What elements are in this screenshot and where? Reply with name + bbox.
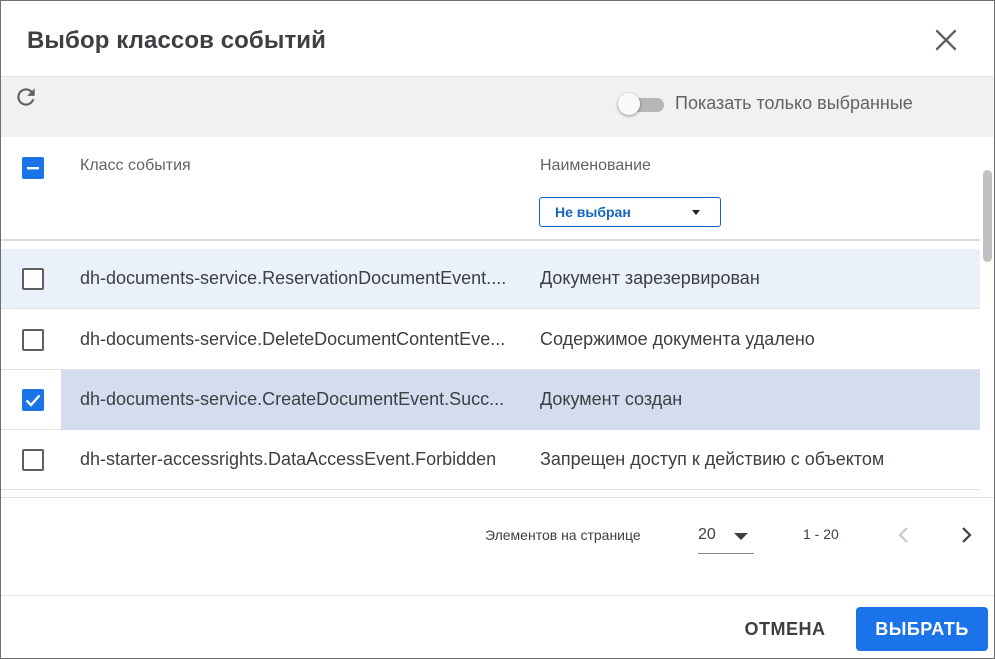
table-row[interactable]: dh-documents-service.DeleteDocumentConte… (1, 310, 980, 370)
next-page-button[interactable] (954, 523, 978, 547)
show-selected-label: Показать только выбранные (675, 93, 913, 113)
table-row[interactable]: dh-documents-service.ReservationDocument… (1, 249, 980, 309)
name-filter-select[interactable]: Не выбран (539, 197, 721, 227)
row-checkbox[interactable] (22, 449, 44, 471)
row-name: Документ создан (540, 389, 683, 409)
caret-down-icon (734, 533, 748, 540)
dialog-title: Выбор классов событий (27, 27, 327, 54)
page-size-value: 20 (698, 526, 716, 543)
scrollbar-thumb[interactable] (983, 170, 992, 262)
chevron-left-icon (898, 527, 908, 543)
row-class: dh-documents-service.ReservationDocument… (80, 268, 507, 288)
name-filter-value: Не выбран (555, 204, 631, 220)
select-all-checkbox[interactable] (22, 157, 44, 179)
row-class: dh-starter-accessrights.DataAccessEvent.… (80, 449, 497, 469)
row-checkbox[interactable] (22, 268, 44, 290)
row-checkbox[interactable] (22, 329, 44, 351)
select-button[interactable]: ВЫБРАТЬ (856, 607, 988, 651)
page-range: 1 - 20 (803, 526, 839, 542)
row-checkbox[interactable] (22, 389, 44, 411)
table-scrollbar[interactable] (980, 137, 994, 491)
event-class-dialog: Выбор классов событий Показать только вы… (0, 0, 995, 659)
previous-page-button[interactable] (892, 523, 916, 547)
row-name: Документ зарезервирован (540, 268, 760, 288)
refresh-icon[interactable] (13, 84, 39, 110)
row-name: Запрещен доступ к действию с объектом (540, 449, 885, 469)
page-size-select[interactable]: 20 (698, 522, 754, 554)
caret-down-icon (692, 210, 700, 215)
chevron-right-icon (962, 527, 972, 543)
toggle-thumb (618, 93, 640, 115)
column-header-name[interactable]: Наименование (540, 157, 651, 175)
checkmark-icon (25, 394, 41, 407)
dialog-footer: ОТМЕНА ВЫБРАТЬ (1, 595, 994, 658)
cancel-button[interactable]: ОТМЕНА (729, 607, 841, 651)
table-row[interactable]: dh-documents-service.CreateDocumentEvent… (1, 370, 980, 430)
dialog-header: Выбор классов событий (1, 1, 994, 76)
row-class: dh-documents-service.CreateDocumentEvent… (80, 389, 505, 409)
show-selected-toggle[interactable] (618, 93, 666, 115)
table-header: Класс события Наименование Не выбран (1, 137, 980, 241)
items-per-page-label: Элементов на странице (485, 527, 641, 543)
close-icon[interactable] (934, 28, 958, 52)
table-row[interactable]: dh-starter-accessrights.DataAccessEvent.… (1, 430, 980, 490)
event-class-table: Класс события Наименование Не выбран dh-… (1, 137, 980, 491)
paginator: Элементов на странице 20 1 - 20 (1, 497, 994, 595)
minus-icon (27, 167, 39, 170)
row-class: dh-documents-service.DeleteDocumentConte… (80, 329, 506, 349)
toolbar: Показать только выбранные (1, 76, 994, 137)
column-header-class[interactable]: Класс события (80, 157, 191, 175)
row-name: Содержимое документа удалено (540, 329, 815, 349)
